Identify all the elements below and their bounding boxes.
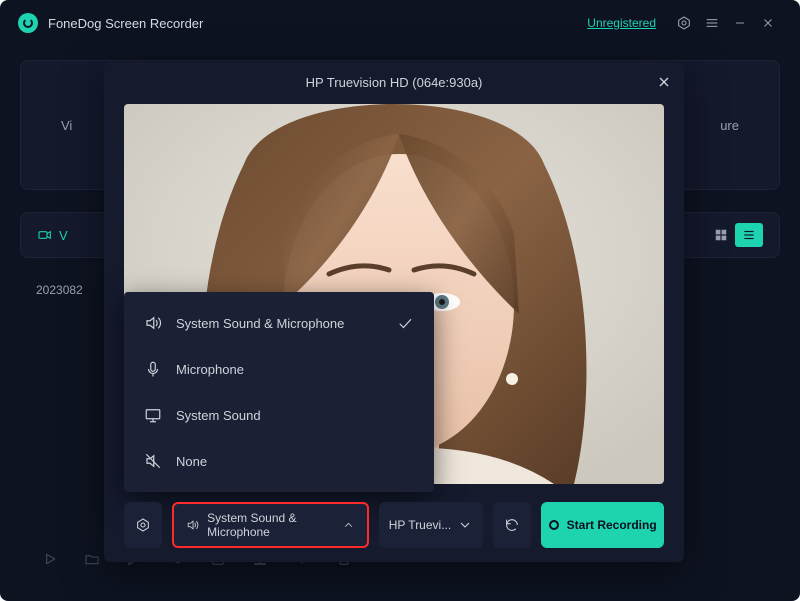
camera-select-button[interactable]: HP Truevi... <box>379 502 483 548</box>
app-window: FoneDog Screen Recorder Unregistered Vi … <box>0 0 800 601</box>
mic-icon <box>144 360 162 378</box>
volume-icon <box>186 517 199 533</box>
folder-icon[interactable] <box>84 551 100 572</box>
mode-label-left: Vi <box>61 118 72 133</box>
audio-option-microphone[interactable]: Microphone <box>124 346 434 392</box>
webcam-modal: HP Truevision HD (064e:930a) <box>104 62 684 562</box>
audio-option-label: System Sound & Microphone <box>176 316 344 331</box>
chevron-down-icon <box>457 517 473 533</box>
unregistered-link[interactable]: Unregistered <box>587 16 656 30</box>
app-title: FoneDog Screen Recorder <box>48 16 203 31</box>
modal-controls: System Sound & Microphone HP Truevi... S… <box>124 502 664 548</box>
mode-label-right: ure <box>720 118 739 133</box>
play-icon[interactable] <box>42 551 58 572</box>
grid-view-icon[interactable] <box>707 223 735 247</box>
audio-option-system-sound[interactable]: System Sound <box>124 392 434 438</box>
monitor-icon <box>144 406 162 424</box>
menu-icon[interactable] <box>698 9 726 37</box>
audio-option-label: System Sound <box>176 408 261 423</box>
modal-header: HP Truevision HD (064e:930a) <box>104 62 684 102</box>
mute-icon <box>144 452 162 470</box>
close-icon[interactable] <box>754 9 782 37</box>
tab-label: V <box>59 228 68 243</box>
list-view-icon[interactable] <box>735 223 763 247</box>
start-recording-button[interactable]: Start Recording <box>541 502 664 548</box>
titlebar: FoneDog Screen Recorder Unregistered <box>0 0 800 46</box>
modal-close-icon[interactable] <box>656 74 672 90</box>
camera-select-label: HP Truevi... <box>389 518 451 532</box>
recording-filename: 2023082 <box>36 283 83 297</box>
audio-option-label: None <box>176 454 207 469</box>
audio-source-menu: System Sound & Microphone Microphone Sys… <box>124 292 434 492</box>
view-toggle <box>707 223 763 247</box>
audio-source-button[interactable]: System Sound & Microphone <box>172 502 369 548</box>
check-icon <box>396 314 414 332</box>
record-icon <box>549 520 559 530</box>
recorder-settings-button[interactable] <box>124 502 162 548</box>
tab-video[interactable]: V <box>37 227 68 243</box>
volume-icon <box>144 314 162 332</box>
audio-option-none[interactable]: None <box>124 438 434 484</box>
audio-option-system-and-mic[interactable]: System Sound & Microphone <box>124 300 434 346</box>
chevron-up-icon <box>342 517 355 533</box>
app-logo-icon <box>18 13 38 33</box>
audio-option-label: Microphone <box>176 362 244 377</box>
rewind-icon <box>504 517 520 533</box>
audio-source-label: System Sound & Microphone <box>207 511 334 539</box>
settings-icon[interactable] <box>670 9 698 37</box>
modal-title: HP Truevision HD (064e:930a) <box>306 75 483 90</box>
rewind-button[interactable] <box>493 502 531 548</box>
start-recording-label: Start Recording <box>567 518 657 532</box>
minimize-icon[interactable] <box>726 9 754 37</box>
